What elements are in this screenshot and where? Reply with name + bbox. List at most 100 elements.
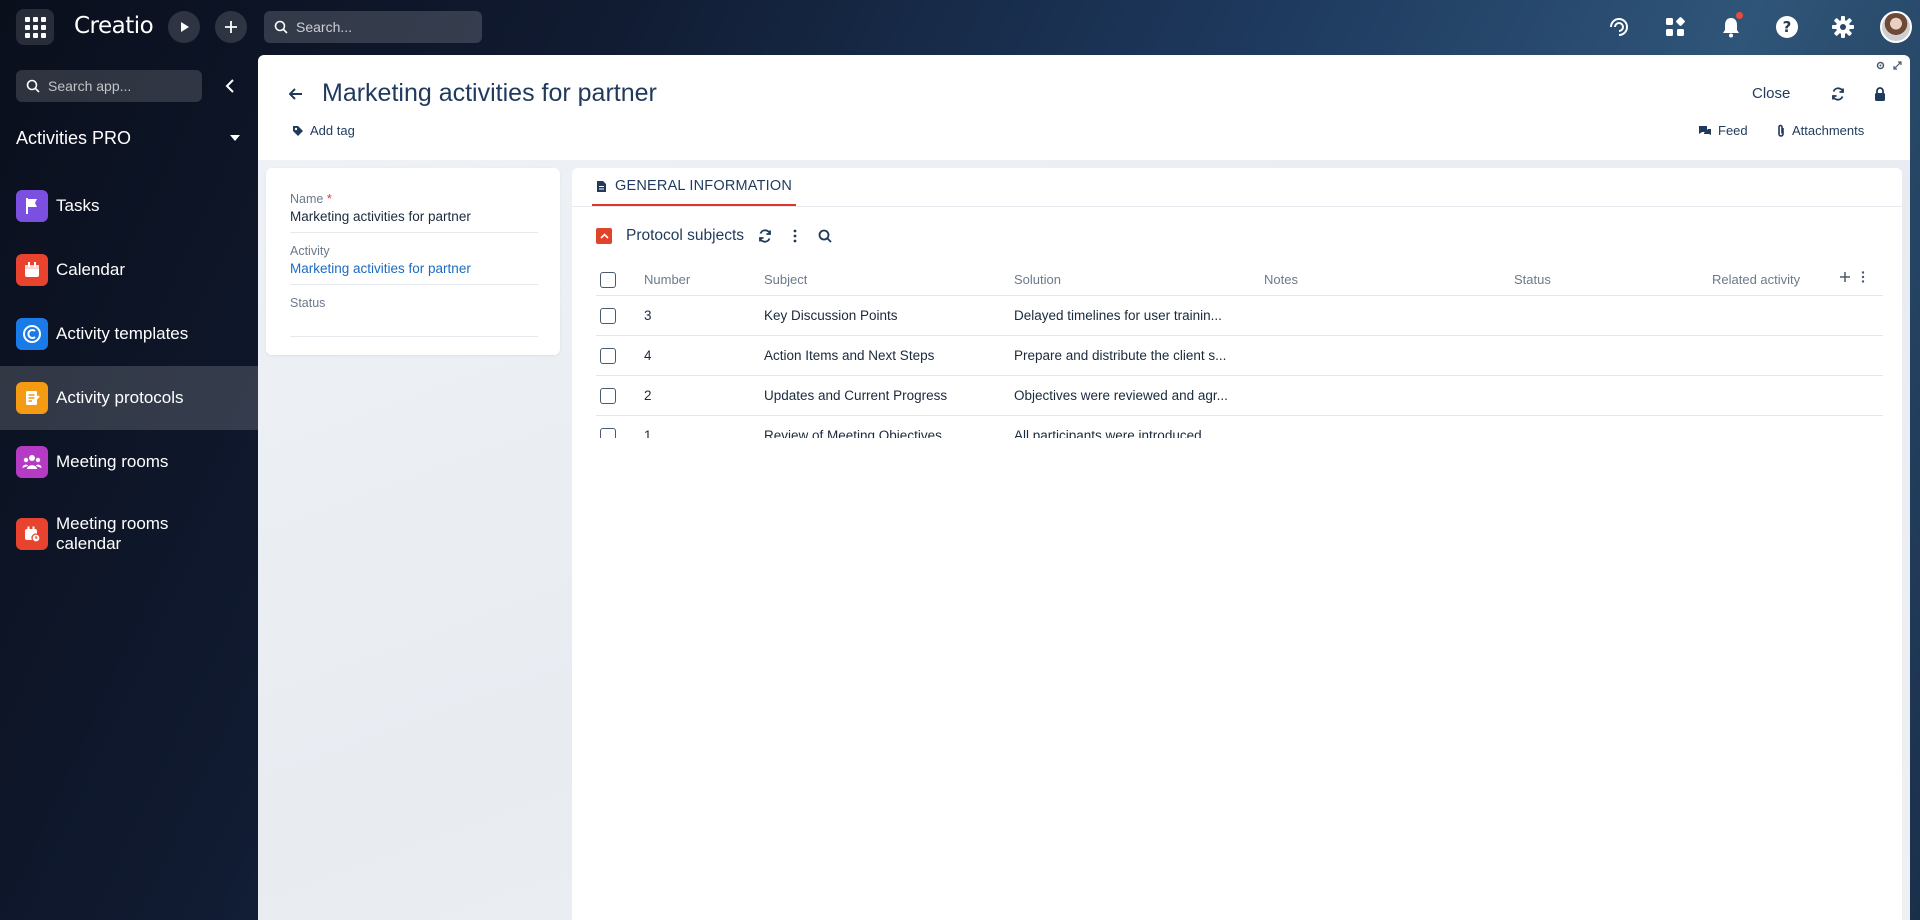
grid-icon	[24, 16, 46, 38]
run-process-button[interactable]	[168, 11, 200, 43]
detail-refresh-button[interactable]	[756, 227, 774, 245]
refresh-icon	[759, 229, 771, 243]
column-header-solution[interactable]: Solution	[1014, 272, 1061, 287]
caret-down-icon	[230, 135, 240, 141]
add-tag-button[interactable]: Add tag	[292, 123, 355, 138]
create-button[interactable]	[215, 11, 247, 43]
document-icon	[597, 180, 606, 192]
search-icon	[26, 79, 40, 93]
settings-button[interactable]	[1828, 12, 1858, 42]
detail-menu-button[interactable]	[786, 227, 804, 245]
back-button[interactable]	[286, 84, 306, 104]
global-search[interactable]	[264, 11, 482, 43]
feed-label: Feed	[1718, 123, 1748, 138]
add-column-icon[interactable]	[1839, 271, 1851, 283]
sidebar-item-label: Meeting rooms calendar	[56, 514, 169, 553]
detail-title: Protocol subjects	[626, 227, 745, 244]
svg-text:?: ?	[1783, 18, 1792, 36]
search-icon	[818, 229, 832, 243]
sidebar-item-tasks[interactable]: Tasks	[0, 174, 258, 238]
global-search-input[interactable]	[296, 19, 466, 35]
page-title: Marketing activities for partner	[322, 79, 657, 107]
column-header-number[interactable]: Number	[644, 272, 690, 287]
cell-number: 4	[644, 348, 652, 363]
workplace-selector[interactable]: Activities PRO	[16, 124, 240, 152]
sidebar-item-meeting-rooms[interactable]: Meeting rooms	[0, 430, 258, 494]
row-checkbox[interactable]	[600, 307, 616, 324]
select-all-checkbox[interactable]	[600, 271, 616, 288]
feed-button[interactable]: Feed	[1698, 123, 1748, 138]
table-row[interactable]: 2 Updates and Current Progress Objective…	[596, 376, 1883, 416]
protocol-subjects-grid: Number Subject Solution Notes Status Rel…	[596, 264, 1883, 438]
cell-solution: Delayed timelines for user trainin...	[1014, 308, 1222, 323]
calendar-icon	[16, 254, 48, 286]
table-row[interactable]: 4 Action Items and Next Steps Prepare an…	[596, 336, 1883, 376]
small-gear-icon[interactable]	[1876, 61, 1885, 70]
tab-card: GENERAL INFORMATION Protocol subjects Nu…	[572, 168, 1902, 920]
freedom-ui-button[interactable]	[1604, 12, 1634, 42]
sidebar-item-calendar[interactable]: Calendar	[0, 238, 258, 302]
refresh-icon	[1832, 87, 1844, 101]
plus-icon	[225, 21, 237, 33]
table-row[interactable]: 3 Key Discussion Points Delayed timeline…	[596, 296, 1883, 336]
help-button[interactable]: ?	[1772, 12, 1802, 42]
refresh-button[interactable]	[1828, 84, 1848, 104]
tab-general-information[interactable]: GENERAL INFORMATION	[592, 168, 797, 206]
gear-icon	[1832, 16, 1854, 38]
status-field[interactable]: Status	[290, 296, 538, 337]
row-checkbox[interactable]	[600, 387, 616, 404]
close-button[interactable]: Close	[1752, 85, 1790, 102]
name-label: Name	[290, 192, 324, 206]
sidebar-item-label: Meeting rooms	[56, 452, 169, 471]
cell-subject: Action Items and Next Steps	[764, 348, 935, 363]
sidebar-item-label: Tasks	[56, 196, 100, 215]
collapse-sidebar-button[interactable]	[216, 72, 244, 100]
detail-search-button[interactable]	[816, 227, 834, 245]
protocol-subjects-header: Protocol subjects	[596, 224, 834, 248]
cell-number: 1	[644, 428, 652, 438]
user-avatar[interactable]	[1880, 11, 1912, 43]
collapse-detail-button[interactable]	[596, 228, 612, 244]
sidebar-item-label: Calendar	[56, 260, 125, 279]
notifications-button[interactable]	[1716, 12, 1746, 42]
lock-button[interactable]	[1870, 84, 1890, 104]
top-bar: Creatio ?	[0, 0, 1920, 54]
cell-number: 3	[644, 308, 652, 323]
paperclip-icon	[1778, 124, 1784, 137]
creatio-logo[interactable]: Creatio	[74, 13, 154, 39]
column-header-related-activity[interactable]: Related activity	[1712, 272, 1800, 287]
attachments-button[interactable]: Attachments	[1776, 123, 1864, 138]
table-row[interactable]: 1 Review of Meeting Objectives All parti…	[596, 416, 1883, 438]
cell-subject: Key Discussion Points	[764, 308, 898, 323]
column-header-status[interactable]: Status	[1514, 272, 1551, 287]
app-search[interactable]	[16, 70, 202, 102]
name-field[interactable]: Name * Marketing activities for partner	[290, 192, 538, 233]
panel-corner-controls	[1876, 61, 1902, 70]
app-launcher-button[interactable]	[16, 9, 54, 45]
more-vertical-icon[interactable]	[1861, 271, 1865, 283]
column-header-subject[interactable]: Subject	[764, 272, 807, 287]
status-value[interactable]	[290, 313, 538, 337]
sidebar-item-activity-templates[interactable]: Activity templates	[0, 302, 258, 366]
column-header-notes[interactable]: Notes	[1264, 272, 1298, 287]
row-checkbox[interactable]	[600, 428, 616, 438]
cell-solution: Objectives were reviewed and agr...	[1014, 388, 1228, 403]
activity-label: Activity	[290, 244, 330, 258]
activity-field[interactable]: Activity Marketing activities for partne…	[290, 244, 538, 285]
row-checkbox[interactable]	[600, 347, 616, 364]
sidebar-item-activity-protocols[interactable]: Activity protocols	[0, 366, 258, 430]
play-icon	[181, 22, 189, 32]
name-value[interactable]: Marketing activities for partner	[290, 209, 538, 233]
search-icon	[274, 20, 288, 34]
cell-solution: All participants were introduced. ...	[1014, 428, 1221, 438]
apps-button[interactable]	[1660, 12, 1690, 42]
cell-number: 2	[644, 388, 652, 403]
activity-link[interactable]: Marketing activities for partner	[290, 261, 538, 285]
record-page: Marketing activities for partner Add tag…	[258, 55, 1910, 920]
sidebar-item-label: Activity protocols	[56, 388, 184, 407]
calendar-clock-icon	[16, 518, 48, 550]
sidebar-item-meeting-rooms-calendar[interactable]: Meeting rooms calendar	[0, 494, 258, 574]
app-search-input[interactable]	[48, 78, 188, 94]
expand-icon[interactable]	[1893, 61, 1902, 70]
workplace-label: Activities PRO	[16, 127, 132, 148]
